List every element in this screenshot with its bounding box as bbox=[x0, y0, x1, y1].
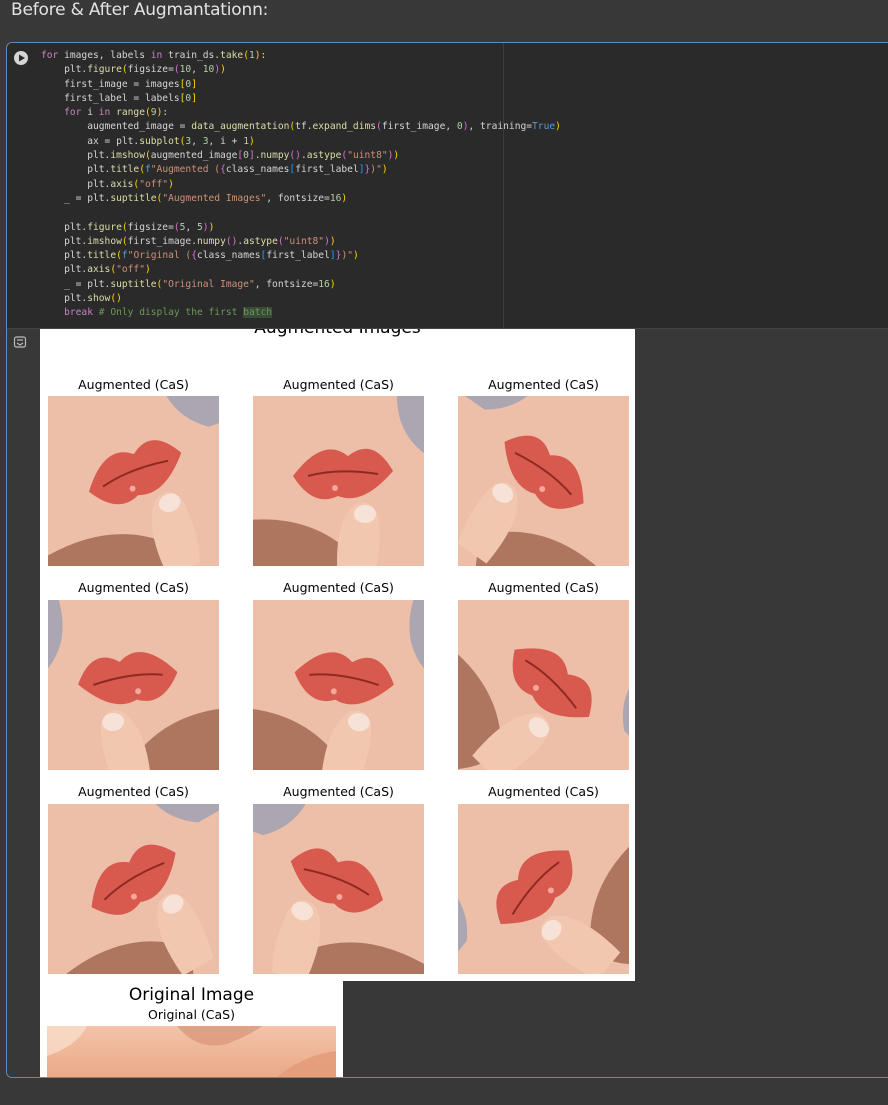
augmented-subplot-title: Augmented (CaS) bbox=[488, 580, 599, 595]
code-editor[interactable]: for images, labels in train_ds.take(1): … bbox=[7, 43, 888, 328]
original-image-art bbox=[47, 1026, 336, 1077]
original-title: Original (CaS) bbox=[148, 1007, 235, 1022]
augmented-image bbox=[48, 396, 219, 566]
code-cell[interactable]: for images, labels in train_ds.take(1): … bbox=[6, 42, 888, 1078]
augmented-image bbox=[458, 396, 629, 566]
augmented-subplot-title: Augmented (CaS) bbox=[78, 377, 189, 392]
augmented-subplot-title: Augmented (CaS) bbox=[283, 377, 394, 392]
original-image bbox=[47, 1026, 336, 1077]
augmented-image bbox=[458, 804, 629, 974]
code-text[interactable]: for images, labels in train_ds.take(1): … bbox=[41, 49, 561, 321]
augmented-subplot-title: Augmented (CaS) bbox=[283, 580, 394, 595]
augmented-suptitle: Augmented Images bbox=[40, 329, 635, 338]
augmented-subplot-title: Augmented (CaS) bbox=[488, 377, 599, 392]
augmented-image bbox=[458, 600, 629, 770]
next-cell-area bbox=[0, 1080, 888, 1105]
section-heading: Before & After Augmantationn: bbox=[11, 0, 269, 20]
original-suptitle: Original Image bbox=[128, 985, 255, 1005]
output-toggle-icon[interactable] bbox=[13, 335, 27, 349]
augmented-subplot-title: Augmented (CaS) bbox=[283, 784, 394, 799]
augmented-image bbox=[48, 804, 219, 974]
augmented-subplot-title: Augmented (CaS) bbox=[78, 784, 189, 799]
augmented-image bbox=[48, 600, 219, 770]
original-figure: Original Image Original (CaS) bbox=[40, 981, 343, 1077]
augmented-image bbox=[253, 600, 424, 770]
augmented-subplot-title: Augmented (CaS) bbox=[488, 784, 599, 799]
augmented-image bbox=[253, 804, 424, 974]
cell-output: Augmented Images Augmented (CaS) Augmente… bbox=[7, 328, 888, 1077]
play-circle-icon[interactable] bbox=[14, 51, 28, 65]
augmented-subplot-title: Augmented (CaS) bbox=[78, 580, 189, 595]
augmented-figure: Augmented Images Augmented (CaS) Augmente… bbox=[40, 329, 635, 981]
augmented-image bbox=[253, 396, 424, 566]
